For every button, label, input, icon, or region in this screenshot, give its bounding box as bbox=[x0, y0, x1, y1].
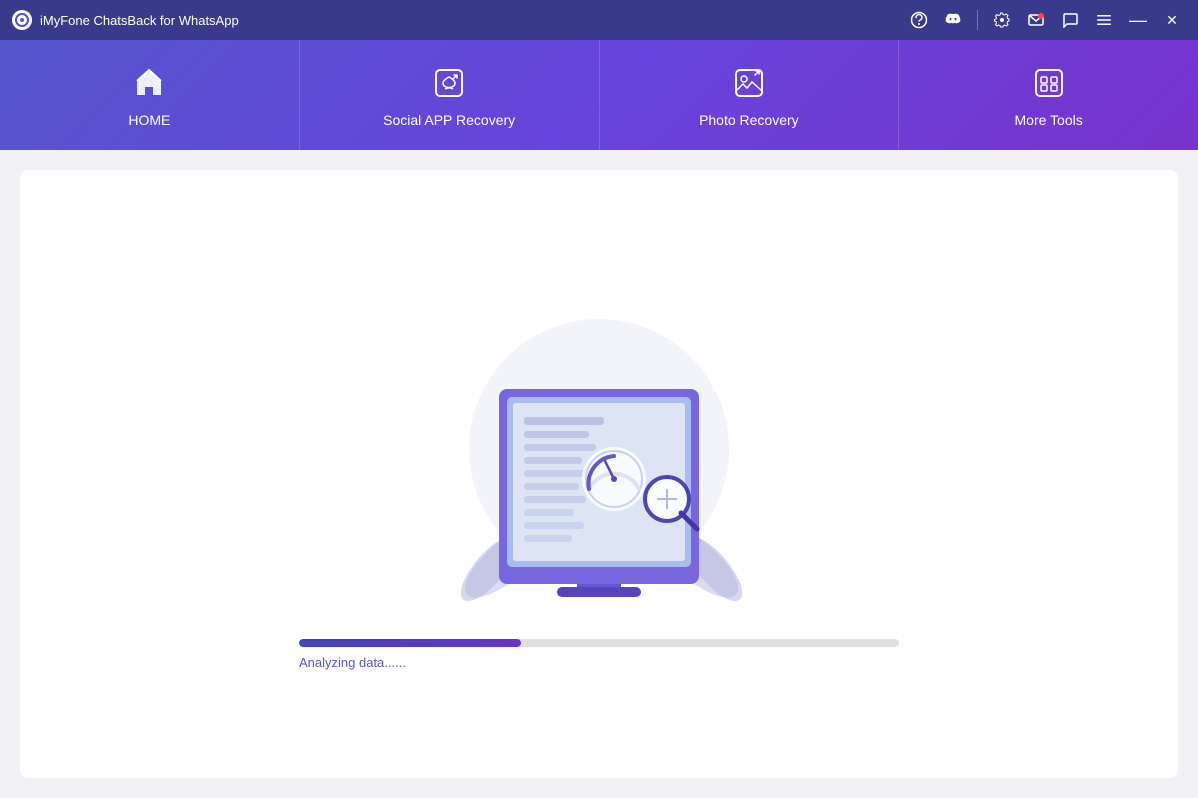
menu-icon[interactable] bbox=[1090, 6, 1118, 34]
support-icon[interactable] bbox=[905, 6, 933, 34]
photo-recovery-icon bbox=[728, 62, 770, 104]
titlebar: iMyFone ChatsBack for WhatsApp bbox=[0, 0, 1198, 40]
discord-icon[interactable] bbox=[939, 6, 967, 34]
nav-item-home[interactable]: HOME bbox=[0, 40, 300, 150]
gear-icon[interactable] bbox=[988, 6, 1016, 34]
titlebar-right: — ✕ bbox=[905, 6, 1186, 34]
progress-bar-background bbox=[299, 639, 899, 647]
app-logo bbox=[12, 10, 32, 30]
nav-photo-label: Photo Recovery bbox=[699, 112, 799, 128]
social-recovery-icon bbox=[428, 62, 470, 104]
progress-label-highlighted: Analyzing bbox=[299, 655, 355, 670]
main-content: Analyzing data...... bbox=[0, 150, 1198, 798]
mail-icon[interactable] bbox=[1022, 6, 1050, 34]
minimize-button[interactable]: — bbox=[1124, 6, 1152, 34]
separator bbox=[977, 10, 978, 30]
progress-label: Analyzing data...... bbox=[299, 655, 406, 670]
nav-home-label: HOME bbox=[128, 112, 170, 128]
more-tools-icon bbox=[1028, 62, 1070, 104]
progress-bar-fill bbox=[299, 639, 521, 647]
progress-container: Analyzing data...... bbox=[299, 639, 899, 670]
progress-label-rest: data...... bbox=[355, 655, 406, 670]
close-button[interactable]: ✕ bbox=[1158, 6, 1186, 34]
chat-icon[interactable] bbox=[1056, 6, 1084, 34]
nav-item-more[interactable]: More Tools bbox=[899, 40, 1198, 150]
illustration bbox=[409, 279, 789, 609]
navbar: HOME Social APP Recovery Photo Recovery bbox=[0, 40, 1198, 150]
app-title: iMyFone ChatsBack for WhatsApp bbox=[40, 13, 239, 28]
nav-more-label: More Tools bbox=[1015, 112, 1083, 128]
content-card: Analyzing data...... bbox=[20, 170, 1178, 778]
home-icon bbox=[128, 62, 170, 104]
nav-item-social[interactable]: Social APP Recovery bbox=[300, 40, 600, 150]
nav-social-label: Social APP Recovery bbox=[383, 112, 515, 128]
titlebar-left: iMyFone ChatsBack for WhatsApp bbox=[12, 10, 239, 30]
nav-item-photo[interactable]: Photo Recovery bbox=[600, 40, 900, 150]
